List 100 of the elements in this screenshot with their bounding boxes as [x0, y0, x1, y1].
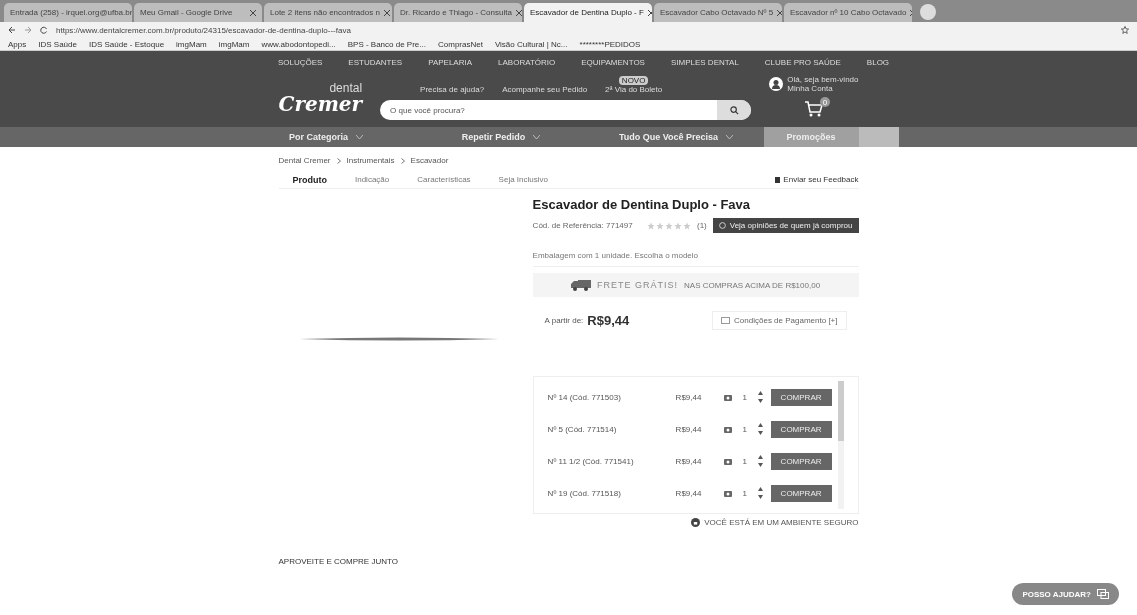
cart-icon[interactable] [803, 101, 824, 117]
bookmark[interactable]: IDS Saúde [38, 39, 77, 49]
camera-icon[interactable] [723, 393, 732, 401]
top-nav-link[interactable]: BLOG [866, 57, 890, 67]
boleto-link[interactable]: 2ª Via do Boleto [605, 85, 663, 94]
scrollbar[interactable] [837, 381, 844, 509]
breadcrumb-link[interactable]: Escavador [410, 156, 449, 165]
top-nav-link[interactable]: LABORATÓRIO [498, 57, 556, 67]
flag-icon [775, 176, 781, 183]
help-link[interactable]: Precisa de ajuda? [420, 85, 485, 94]
variant-name: Nº 19 (Cód. 771518) [547, 488, 622, 498]
reviews-button[interactable]: Veja opiniões de quem já comprou [712, 218, 859, 233]
quantity-stepper[interactable] [757, 391, 763, 403]
bookmark[interactable]: ComprasNet [438, 39, 483, 49]
chevron-icon [336, 157, 341, 164]
bookmark[interactable]: imgMam [218, 39, 250, 49]
buy-button[interactable]: COMPRAR [770, 484, 832, 502]
user-icon[interactable] [769, 77, 784, 91]
greeting-text: Olá, seja bem-vindo [787, 75, 859, 84]
camera-icon[interactable] [723, 489, 732, 497]
chat-icon [1097, 589, 1109, 599]
new-badge: NOVO [618, 76, 649, 85]
review-count: (1) [696, 221, 707, 230]
category-nav-item[interactable]: Tudo Que Você Precisa [588, 127, 764, 147]
top-nav-link[interactable]: ESTUDANTES [348, 57, 403, 67]
cart-count: 0 [819, 97, 830, 107]
product-title: Escavador de Dentina Duplo - Fava [532, 197, 752, 212]
price-label: A partir de: [544, 316, 584, 325]
bookmark[interactable]: ********PEDIDOS [579, 39, 641, 49]
close-icon[interactable] [515, 9, 522, 16]
quantity-value[interactable]: 1 [739, 456, 750, 466]
variant-price: R$9,44 [675, 424, 703, 434]
quantity-value[interactable]: 1 [739, 488, 750, 498]
browser-tab[interactable]: Entrada (258) - irquel.org@ufba.br [4, 3, 132, 22]
variant-price: R$9,44 [675, 392, 703, 402]
browser-tab[interactable]: Dr. Ricardo e Thiago - Consulta [394, 3, 522, 22]
account-link[interactable]: Minha Conta [787, 84, 859, 93]
buy-button[interactable]: COMPRAR [770, 452, 832, 470]
top-nav-link[interactable]: SOLUÇÕES [277, 57, 323, 67]
free-shipping-title: FRETE GRÁTIS! [597, 280, 679, 290]
bookmark[interactable]: imgMam [176, 39, 207, 49]
free-shipping-text: NAS COMPRAS ACIMA DE R$100,00 [684, 280, 821, 290]
bookmark[interactable]: www.abodontopedi... [261, 39, 336, 49]
close-icon[interactable] [777, 9, 782, 16]
variant-name: Nº 5 (Cód. 771514) [547, 424, 618, 434]
variant-name: Nº 11 1/2 (Cód. 771541) [547, 456, 635, 466]
close-icon[interactable] [647, 9, 652, 16]
packaging-text: Embalagem com 1 unidade. Escolha o modelo [532, 251, 859, 267]
star-icon[interactable] [1121, 26, 1129, 34]
top-nav-link[interactable]: SIMPLES DENTAL [670, 57, 739, 67]
buy-button[interactable]: COMPRAR [770, 420, 832, 438]
breadcrumb-link[interactable]: Dental Cremer [278, 156, 331, 165]
category-nav-item[interactable]: Repetir Pedido [413, 127, 589, 147]
search-button[interactable] [717, 100, 752, 120]
browser-tab[interactable]: Escavador de Dentina Duplo - F [524, 3, 652, 22]
new-tab-button[interactable] [920, 4, 936, 20]
quantity-stepper[interactable] [757, 423, 763, 435]
forward-icon[interactable] [24, 26, 32, 34]
feedback-link[interactable]: Enviar seu Feedback [775, 175, 859, 184]
browser-tab[interactable]: Escavador Cabo Octavado Nº 5 [654, 3, 782, 22]
camera-icon[interactable] [723, 457, 732, 465]
top-nav-link[interactable]: CLUBE PRO SAÚDE [764, 57, 841, 67]
variant-name: Nº 14 (Cód. 771503) [547, 392, 622, 402]
quantity-value[interactable]: 1 [739, 424, 750, 434]
secure-text: VOCÊ ESTÁ EM UM AMBIENTE SEGURO [704, 518, 859, 527]
quantity-value[interactable]: 1 [739, 392, 750, 402]
breadcrumb-link[interactable]: Instrumentais [346, 156, 395, 165]
bookmark[interactable]: BPS - Banco de Pre... [347, 39, 426, 49]
quantity-stepper[interactable] [757, 487, 763, 499]
product-tab[interactable]: Seja Inclusivo [484, 175, 562, 184]
bookmark[interactable]: IDS Saúde - Estoque [88, 39, 165, 49]
product-tab[interactable]: Indicação [341, 175, 404, 184]
price: R$9,44 [587, 313, 630, 328]
category-nav-item[interactable]: Por Categoria [238, 127, 414, 147]
search-bar[interactable]: O que você procura? [380, 100, 752, 120]
buy-button[interactable]: COMPRAR [770, 388, 832, 406]
bookmark[interactable]: Visão Cultural | Nc... [494, 39, 568, 49]
close-icon[interactable] [383, 9, 390, 16]
back-icon[interactable] [8, 26, 16, 34]
chat-button[interactable]: POSSO AJUDAR? [1012, 583, 1119, 605]
payment-conditions-link[interactable]: Condições de Pagamento [+] [712, 311, 847, 330]
browser-tab[interactable]: Escavador nº 10 Cabo Octavado [784, 3, 912, 22]
top-nav-link[interactable]: EQUIPAMENTOS [581, 57, 645, 67]
browser-tab[interactable]: Meu Gmail - Google Drive [134, 3, 262, 22]
logo[interactable]: dental Cremer [278, 82, 363, 114]
track-order-link[interactable]: Acompanhe seu Pedido [502, 85, 588, 94]
caret-icon [533, 134, 541, 140]
bookmark[interactable]: Apps [8, 39, 27, 49]
close-icon[interactable] [250, 9, 256, 16]
product-tab[interactable]: Produto [278, 174, 341, 185]
reference-code: Cód. de Referência: 771497 [532, 221, 633, 230]
variant-price: R$9,44 [675, 488, 703, 498]
quantity-stepper[interactable] [757, 455, 763, 467]
reload-icon[interactable] [40, 26, 48, 34]
truck-icon [571, 279, 591, 291]
search-field[interactable]: O que você procura? [380, 105, 718, 115]
product-tab[interactable]: Características [403, 175, 485, 184]
browser-tab[interactable]: Lote 2 itens não encontrados n [264, 3, 392, 22]
top-nav-link[interactable]: PAPELARIA [428, 57, 473, 67]
camera-icon[interactable] [723, 425, 732, 433]
